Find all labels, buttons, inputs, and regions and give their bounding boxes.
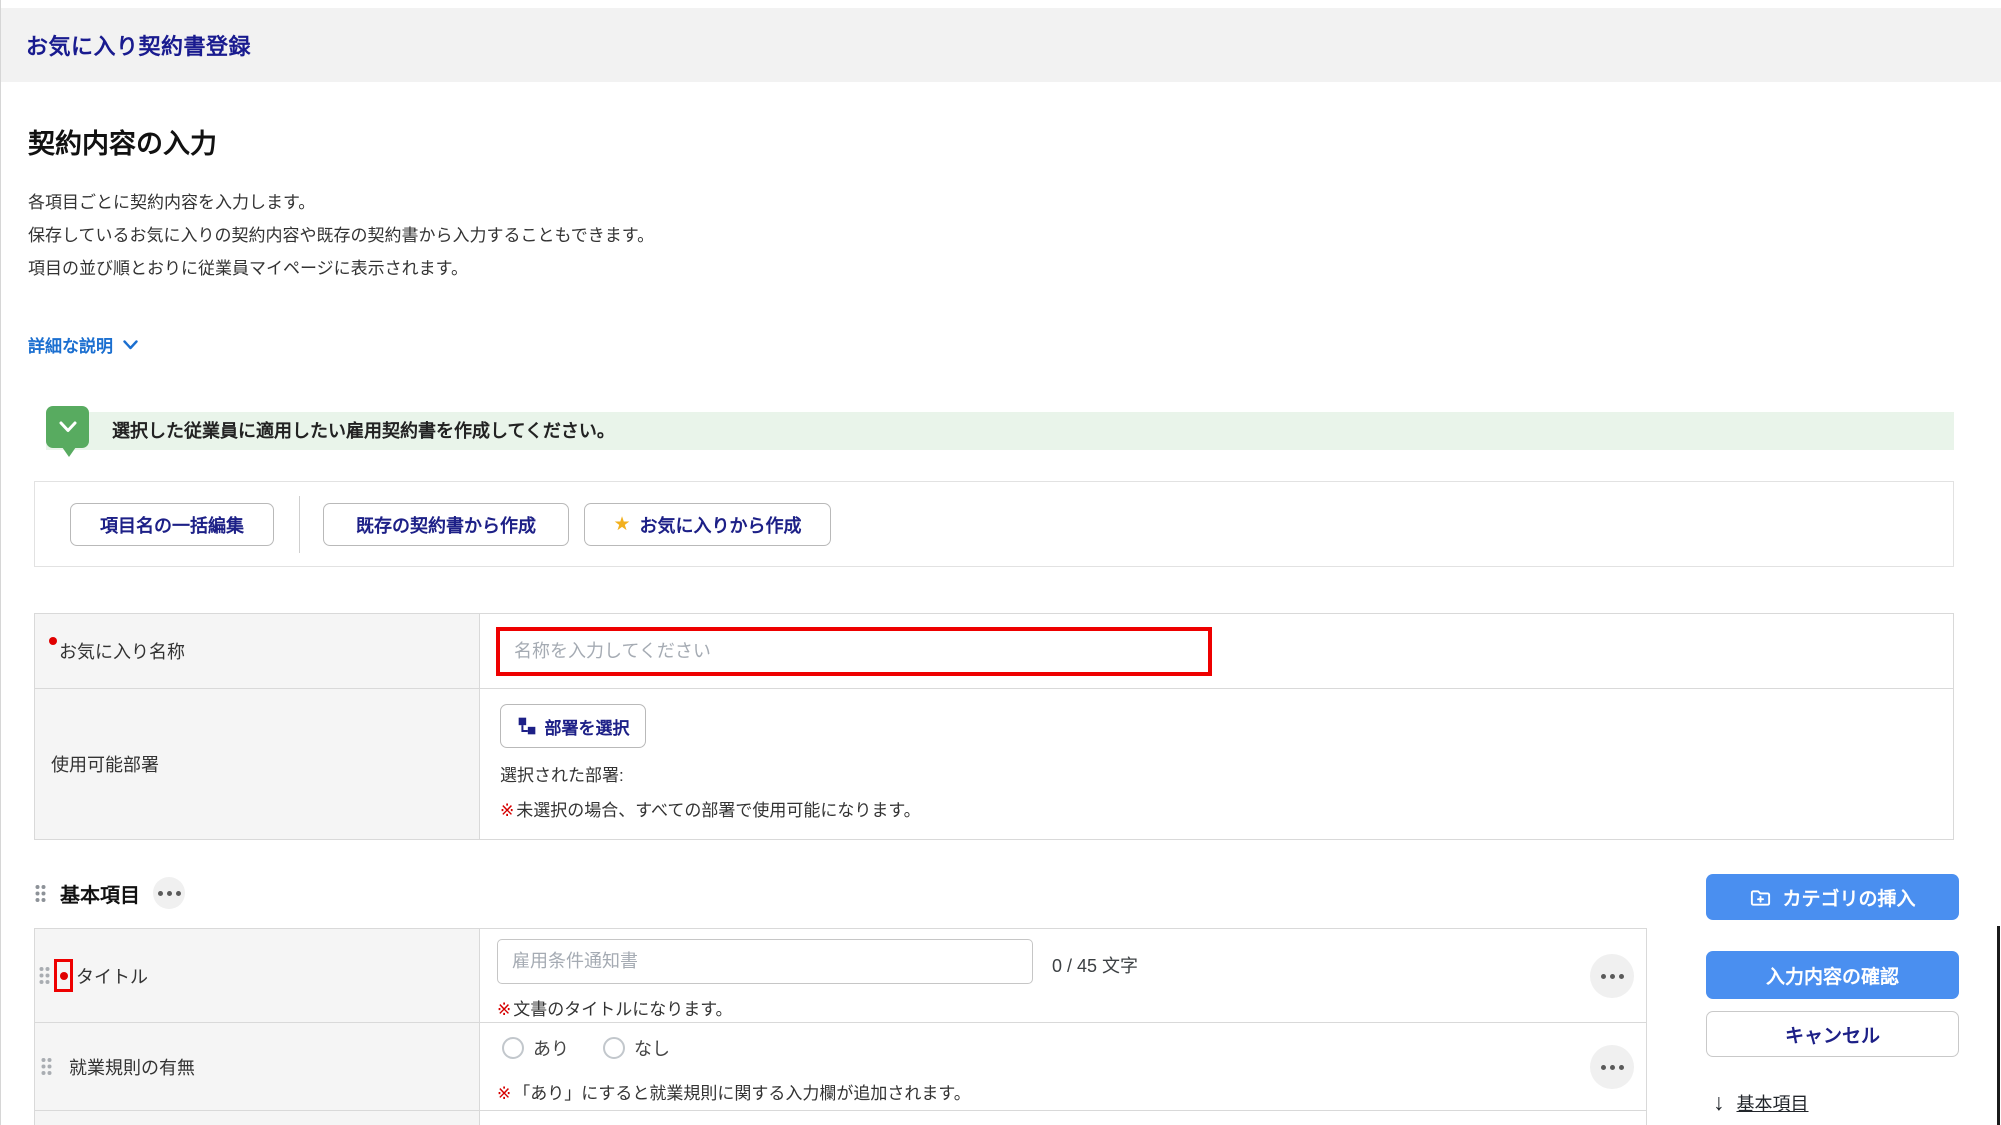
page-description: 各項目ごとに契約内容を入力します。 保存しているお気に入りの契約内容や既存の契約… — [28, 186, 654, 285]
required-dot-icon — [49, 637, 57, 645]
favorite-name-label-cell: お気に入り名称 — [35, 614, 480, 688]
bulk-edit-item-names-button[interactable]: 項目名の一括編集 — [70, 503, 274, 546]
annotation-highlight — [496, 627, 1212, 676]
departments-note: ※未選択の場合、すべての部署で使用可能になります。 — [500, 796, 921, 821]
title-note-text: 文書のタイトルになります。 — [513, 1000, 732, 1019]
work-rules-row: 就業規則の有無 あり なし ※「あり」にすると就業規則に関する入力欄が追加されま… — [35, 1023, 1646, 1111]
select-department-label: 部署を選択 — [545, 714, 630, 739]
description-line: 保存しているお気に入りの契約内容や既存の契約書から入力することもできます。 — [28, 219, 654, 252]
work-rules-label-cell: 就業規則の有無 — [35, 1023, 480, 1110]
chevron-down-icon — [123, 340, 138, 350]
ellipsis-icon — [1601, 1065, 1624, 1070]
ellipsis-icon — [158, 891, 181, 896]
confirm-input-label: 入力内容の確認 — [1766, 962, 1899, 989]
note-asterisk: ※ — [497, 1084, 511, 1103]
description-line: 項目の並び順とおりに従業員マイページに表示されます。 — [28, 252, 654, 285]
favorite-name-label: お気に入り名称 — [59, 638, 185, 664]
drag-handle-icon[interactable] — [38, 966, 51, 985]
next-row-label-cell — [35, 1111, 480, 1125]
basic-items-table: タイトル 0 / 45 文字 ※文書のタイトルになります。 就業規則の有無 — [34, 928, 1647, 1125]
work-rules-radio-group: あり なし — [502, 1035, 670, 1061]
next-row-partial — [35, 1111, 1646, 1125]
radio-button-icon[interactable] — [603, 1037, 625, 1059]
favorite-info-table: お気に入り名称 使用可能部署 部署を選択 — [34, 613, 1954, 840]
scrollbar[interactable] — [1997, 926, 2000, 1125]
details-toggle-label: 詳細な説明 — [28, 332, 113, 357]
guidance-banner: 選択した従業員に適用したい雇用契約書を作成してください。 — [46, 412, 1954, 450]
confirm-input-button[interactable]: 入力内容の確認 — [1706, 951, 1959, 999]
title-input[interactable] — [497, 939, 1033, 984]
departments-note-text: 未選択の場合、すべての部署で使用可能になります。 — [516, 801, 920, 820]
star-icon: ★ — [613, 513, 630, 536]
drag-handle-icon[interactable] — [34, 884, 47, 903]
insert-category-label: カテゴリの挿入 — [1782, 884, 1915, 911]
radio-option-nashi-label: なし — [634, 1035, 670, 1061]
title-note: ※文書のタイトルになります。 — [497, 995, 733, 1020]
work-rules-note: ※「あり」にすると就業規則に関する入力欄が追加されます。 — [497, 1079, 971, 1104]
radio-option-nashi[interactable]: なし — [603, 1035, 670, 1061]
work-rules-value-cell: あり なし ※「あり」にすると就業規則に関する入力欄が追加されます。 — [480, 1023, 1646, 1110]
folder-plus-icon — [1749, 886, 1772, 909]
work-rules-note-text: 「あり」にすると就業規則に関する入力欄が追加されます。 — [513, 1084, 970, 1103]
section-more-menu-button[interactable] — [153, 877, 185, 909]
top-bar: お気に入り契約書登録 — [1, 8, 2001, 82]
cancel-label: キャンセル — [1785, 1021, 1880, 1048]
radio-option-ari-label: あり — [533, 1035, 569, 1061]
cancel-button[interactable]: キャンセル — [1706, 1011, 1959, 1057]
note-asterisk: ※ — [497, 1000, 511, 1019]
details-toggle-link[interactable]: 詳細な説明 — [28, 332, 138, 357]
create-from-existing-label: 既存の契約書から作成 — [356, 512, 536, 538]
favorite-name-value-cell — [480, 614, 1953, 688]
jump-to-basic-items-link[interactable]: ↓ 基本項目 — [1713, 1089, 1809, 1116]
org-chart-icon — [517, 716, 537, 736]
page-title: 契約内容の入力 — [28, 122, 217, 161]
basic-items-section-title: 基本項目 — [60, 879, 140, 908]
selected-departments-text: 選択された部署: — [500, 761, 624, 786]
title-row-more-menu-button[interactable] — [1590, 954, 1634, 998]
available-departments-label: 使用可能部署 — [51, 751, 159, 777]
title-value-cell: 0 / 45 文字 ※文書のタイトルになります。 — [480, 929, 1646, 1022]
radio-button-icon[interactable] — [502, 1037, 524, 1059]
favorite-name-row: お気に入り名称 — [35, 614, 1953, 689]
work-rules-label: 就業規則の有無 — [69, 1054, 195, 1080]
character-counter: 0 / 45 文字 — [1052, 952, 1138, 978]
insert-category-button[interactable]: カテゴリの挿入 — [1706, 874, 1959, 920]
create-from-favorite-label: お気に入りから作成 — [640, 512, 802, 538]
annotation-highlight — [54, 959, 73, 992]
speech-bubble-chevron-icon — [46, 406, 89, 448]
select-department-button[interactable]: 部署を選択 — [500, 704, 646, 748]
basic-items-section-header: 基本項目 — [34, 876, 185, 910]
description-line: 各項目ごとに契約内容を入力します。 — [28, 186, 654, 219]
note-asterisk: ※ — [500, 801, 514, 820]
title-row: タイトル 0 / 45 文字 ※文書のタイトルになります。 — [35, 929, 1646, 1023]
page: お気に入り契約書登録 契約内容の入力 各項目ごとに契約内容を入力します。 保存し… — [0, 0, 2001, 1125]
down-arrow-icon: ↓ — [1713, 1089, 1725, 1116]
create-from-favorite-button[interactable]: ★ お気に入りから作成 — [584, 503, 831, 546]
available-departments-label-cell: 使用可能部署 — [35, 689, 480, 839]
ellipsis-icon — [1601, 974, 1624, 979]
title-label: タイトル — [76, 963, 148, 989]
available-departments-row: 使用可能部署 部署を選択 選択された部署: ※未選択の場合、すべての部署で使用可… — [35, 689, 1953, 839]
available-departments-value-cell: 部署を選択 選択された部署: ※未選択の場合、すべての部署で使用可能になります。 — [480, 689, 1953, 839]
next-row-value-cell — [480, 1111, 1646, 1125]
bulk-edit-item-names-label: 項目名の一括編集 — [100, 512, 244, 538]
work-rules-row-more-menu-button[interactable] — [1590, 1045, 1634, 1089]
app-title: お気に入り契約書登録 — [26, 29, 251, 61]
favorite-name-input[interactable] — [500, 631, 1208, 672]
required-dot-icon — [60, 972, 68, 980]
title-label-cell: タイトル — [35, 929, 480, 1022]
create-from-existing-button[interactable]: 既存の契約書から作成 — [323, 503, 569, 546]
radio-option-ari[interactable]: あり — [502, 1035, 569, 1061]
creation-toolbar: 項目名の一括編集 既存の契約書から作成 ★ お気に入りから作成 — [34, 481, 1954, 567]
drag-handle-icon[interactable] — [40, 1057, 53, 1076]
toolbar-divider — [299, 496, 300, 553]
guidance-banner-text: 選択した従業員に適用したい雇用契約書を作成してください。 — [112, 412, 1954, 450]
jump-to-basic-items-label: 基本項目 — [1737, 1090, 1809, 1116]
